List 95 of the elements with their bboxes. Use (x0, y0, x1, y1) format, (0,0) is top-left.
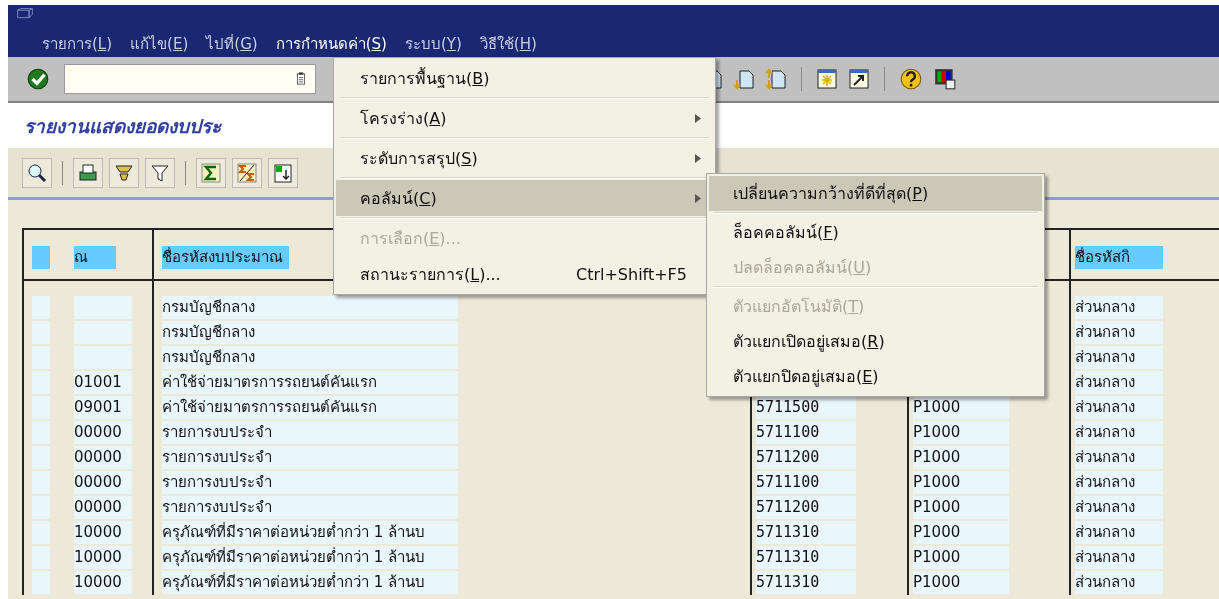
table-cell: รายการงบประจำ (162, 496, 458, 519)
row-marker[interactable] (32, 396, 50, 419)
table-cell: ส่วนกลาง (1075, 296, 1163, 319)
column-header[interactable]: ณ (74, 246, 116, 269)
row-marker[interactable] (32, 421, 50, 444)
subtotal-icon[interactable] (236, 161, 258, 184)
table-cell: 00000 (74, 446, 132, 469)
table-cell: 00000 (74, 421, 132, 444)
menu-bar-item[interactable]: วิธีใช้(H) (479, 32, 537, 56)
print-icon[interactable] (77, 161, 99, 184)
menu-bar-item[interactable]: การกำหนดค่า(S) (275, 32, 387, 56)
table-cell: 00000 (74, 496, 132, 519)
export-icon[interactable] (272, 161, 294, 184)
table-cell: ส่วนกลาง (1075, 446, 1163, 469)
table-cell: 10000 (74, 521, 132, 544)
table-cell: 5711500 (756, 396, 856, 419)
check-icon[interactable] (26, 67, 50, 91)
table-cell: รายการงบประจำ (162, 471, 458, 494)
submenu-arrow-icon (695, 193, 701, 203)
table-cell: ครุภัณฑ์ที่มีราคาต่อหน่วยต่ำกว่า 1 ล้านบ (162, 571, 458, 594)
menu-item[interactable]: โครงร่าง(A) (336, 100, 713, 136)
table-cell: 5711200 (756, 446, 856, 469)
menu-item[interactable]: ระดับการสรุป(S) (336, 140, 713, 176)
page-up-down-icon[interactable] (765, 68, 787, 90)
table-cell: ส่วนกลาง (1075, 521, 1163, 544)
monitor-icon[interactable] (933, 67, 957, 91)
command-field[interactable] (64, 64, 316, 94)
table-cell: ค่าใช้จ่ายมาตรการรถยนต์คันแรก (162, 396, 458, 419)
page-down-icon[interactable] (733, 68, 755, 90)
row-marker[interactable] (32, 346, 50, 369)
table-cell: P1000 (913, 571, 1009, 594)
table-cell: 09001 (74, 396, 132, 419)
row-marker[interactable] (32, 571, 50, 594)
table-cell: ส่วนกลาง (1075, 321, 1163, 344)
table-cell: กรมบัญชีกลาง (162, 296, 458, 319)
table-cell: 5711100 (756, 471, 856, 494)
help-icon[interactable] (899, 67, 923, 91)
table-cell: P1000 (913, 546, 1009, 569)
table-cell: ส่วนกลาง (1075, 421, 1163, 444)
table-cell: กรมบัญชีกลาง (162, 346, 458, 369)
table-cell: ส่วนกลาง (1075, 396, 1163, 419)
submenu-arrow-icon (695, 153, 701, 163)
menu-item[interactable]: ล็อคคอลัมน์(F) (709, 215, 1042, 250)
row-marker[interactable] (32, 446, 50, 469)
menu-bar-item[interactable]: รายการ(L) (42, 32, 113, 56)
table-cell: ส่วนกลาง (1075, 546, 1163, 569)
menu-bar-item[interactable]: แก้ไข(E) (130, 32, 189, 56)
table-cell: P1000 (913, 396, 1009, 419)
zoom-icon[interactable] (26, 161, 48, 184)
row-marker[interactable] (32, 546, 50, 569)
table-cell: ครุภัณฑ์ที่มีราคาต่อหน่วยต่ำกว่า 1 ล้านบ (162, 546, 458, 569)
menu-bar-item[interactable]: ไปที่(G) (206, 32, 258, 56)
header-marker (32, 246, 50, 269)
menu-bar-item[interactable]: ระบบ(Y) (404, 32, 462, 56)
empty-cell (74, 321, 132, 344)
row-marker[interactable] (32, 371, 50, 394)
table-cell: ส่วนกลาง (1075, 371, 1163, 394)
menu-item[interactable]: ตัวแยกปิดอยู่เสมอ(E) (709, 359, 1042, 394)
table-cell: 5711310 (756, 571, 856, 594)
row-marker[interactable] (32, 521, 50, 544)
table-cell: 5711310 (756, 521, 856, 544)
row-marker[interactable] (32, 471, 50, 494)
table-cell: P1000 (913, 521, 1009, 544)
column-header[interactable]: ชื่อรหัสกิ (1075, 246, 1163, 269)
table-cell: ส่วนกลาง (1075, 471, 1163, 494)
table-cell: 10000 (74, 546, 132, 569)
empty-cell (74, 296, 132, 319)
table-cell: กรมบัญชีกลาง (162, 321, 458, 344)
table-cell: ส่วนกลาง (1075, 496, 1163, 519)
table-cell: 01001 (74, 371, 132, 394)
table-cell: ค่าใช้จ่ายมาตรการรถยนต์คันแรก (162, 371, 458, 394)
column-header[interactable]: ชื่อรหัสงบประมาณ (162, 246, 289, 269)
table-cell: P1000 (913, 446, 1009, 469)
table-cell: รายการงบประจำ (162, 421, 458, 444)
table-cell: 00000 (74, 471, 132, 494)
table-cell: 5711100 (756, 421, 856, 444)
table-cell: P1000 (913, 496, 1009, 519)
table-cell: ส่วนกลาง (1075, 346, 1163, 369)
row-marker[interactable] (32, 496, 50, 519)
empty-cell (74, 346, 132, 369)
row-marker[interactable] (32, 296, 50, 319)
table-cell: 5711310 (756, 546, 856, 569)
menu-item[interactable]: ตัวแยกเปิดอยู่เสมอ(R) (709, 324, 1042, 359)
table-cell: 10000 (74, 571, 132, 594)
table-cell: P1000 (913, 471, 1009, 494)
table-cell: 5711200 (756, 496, 856, 519)
sum-icon[interactable] (200, 161, 222, 184)
table-cell: รายการงบประจำ (162, 446, 458, 469)
submenu-arrow-icon (695, 113, 701, 123)
table-cell: ครุภัณฑ์ที่มีราคาต่อหน่วยต่ำกว่า 1 ล้านบ (162, 521, 458, 544)
report-title: รายงานแสดงยอดงบประ (24, 113, 221, 139)
table-cell: P1000 (913, 421, 1009, 444)
table-cell: ส่วนกลาง (1075, 571, 1163, 594)
row-marker[interactable] (32, 321, 50, 344)
menu-item[interactable]: เปลี่ยนความกว้างที่ดีที่สุด(P) (709, 176, 1042, 211)
